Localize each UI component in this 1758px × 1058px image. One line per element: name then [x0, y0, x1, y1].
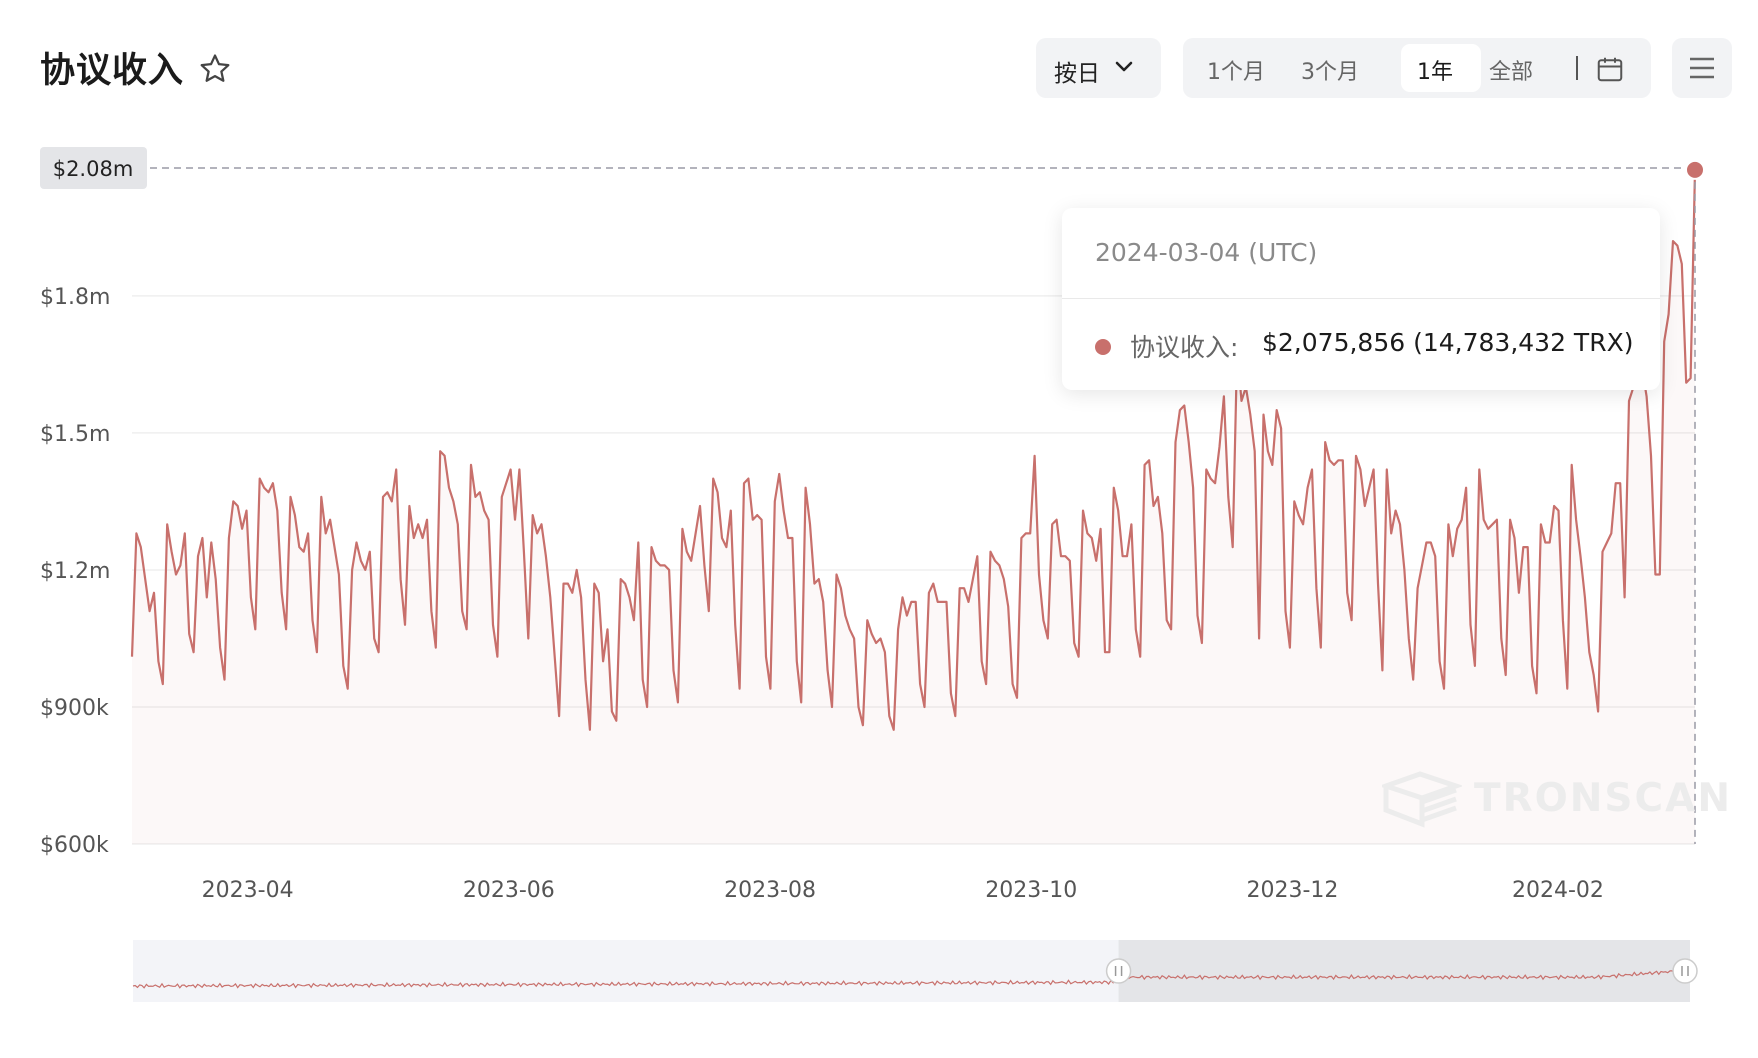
- max-value-label: $2.08m: [53, 157, 134, 181]
- revenue-chart[interactable]: $600k $900k $1.2m $1.5m $1.8m $2.08m 2023-04 20…: [0, 0, 1758, 1058]
- watermark-text: TRONSCAN: [1474, 776, 1732, 821]
- navigator-handle-right[interactable]: [1672, 958, 1698, 984]
- x-tick-label: 2023-06: [463, 878, 555, 903]
- x-tick-label: 2023-04: [202, 878, 294, 903]
- tooltip-date: 2024-03-04 (UTC): [1095, 238, 1318, 267]
- navigator-handle-left[interactable]: [1105, 958, 1132, 984]
- x-tick-label: 2024-02: [1512, 878, 1604, 903]
- handle-part: [1672, 958, 1698, 984]
- chart-tooltip: 2024-03-04 (UTC) 协议收入: $2,075,856 (14,78…: [1062, 208, 1660, 390]
- y-tick-label: $900k: [40, 696, 109, 721]
- y-tick-label: $1.2m: [40, 559, 110, 584]
- tronscan-watermark: TRONSCAN: [1382, 768, 1730, 828]
- y-tick-label: $1.8m: [40, 285, 110, 310]
- series-dot: [1095, 339, 1111, 355]
- x-tick-label: 2023-12: [1247, 878, 1339, 903]
- tooltip-series-label: 协议收入:: [1130, 333, 1239, 362]
- hover-point: [1685, 159, 1705, 180]
- x-tick-label: 2023-08: [724, 878, 816, 903]
- handle-part: [1105, 958, 1132, 984]
- tronscan-logo-icon: [1382, 771, 1462, 828]
- y-tick-label: $1.5m: [40, 422, 110, 447]
- y-tick-label: $600k: [40, 833, 109, 858]
- tooltip-divider: [1062, 298, 1660, 299]
- x-tick-label: 2023-10: [985, 878, 1077, 903]
- navigator-selection: [1118, 940, 1690, 1002]
- tooltip-value: $2,075,856 (14,783,432 TRX): [1262, 328, 1634, 357]
